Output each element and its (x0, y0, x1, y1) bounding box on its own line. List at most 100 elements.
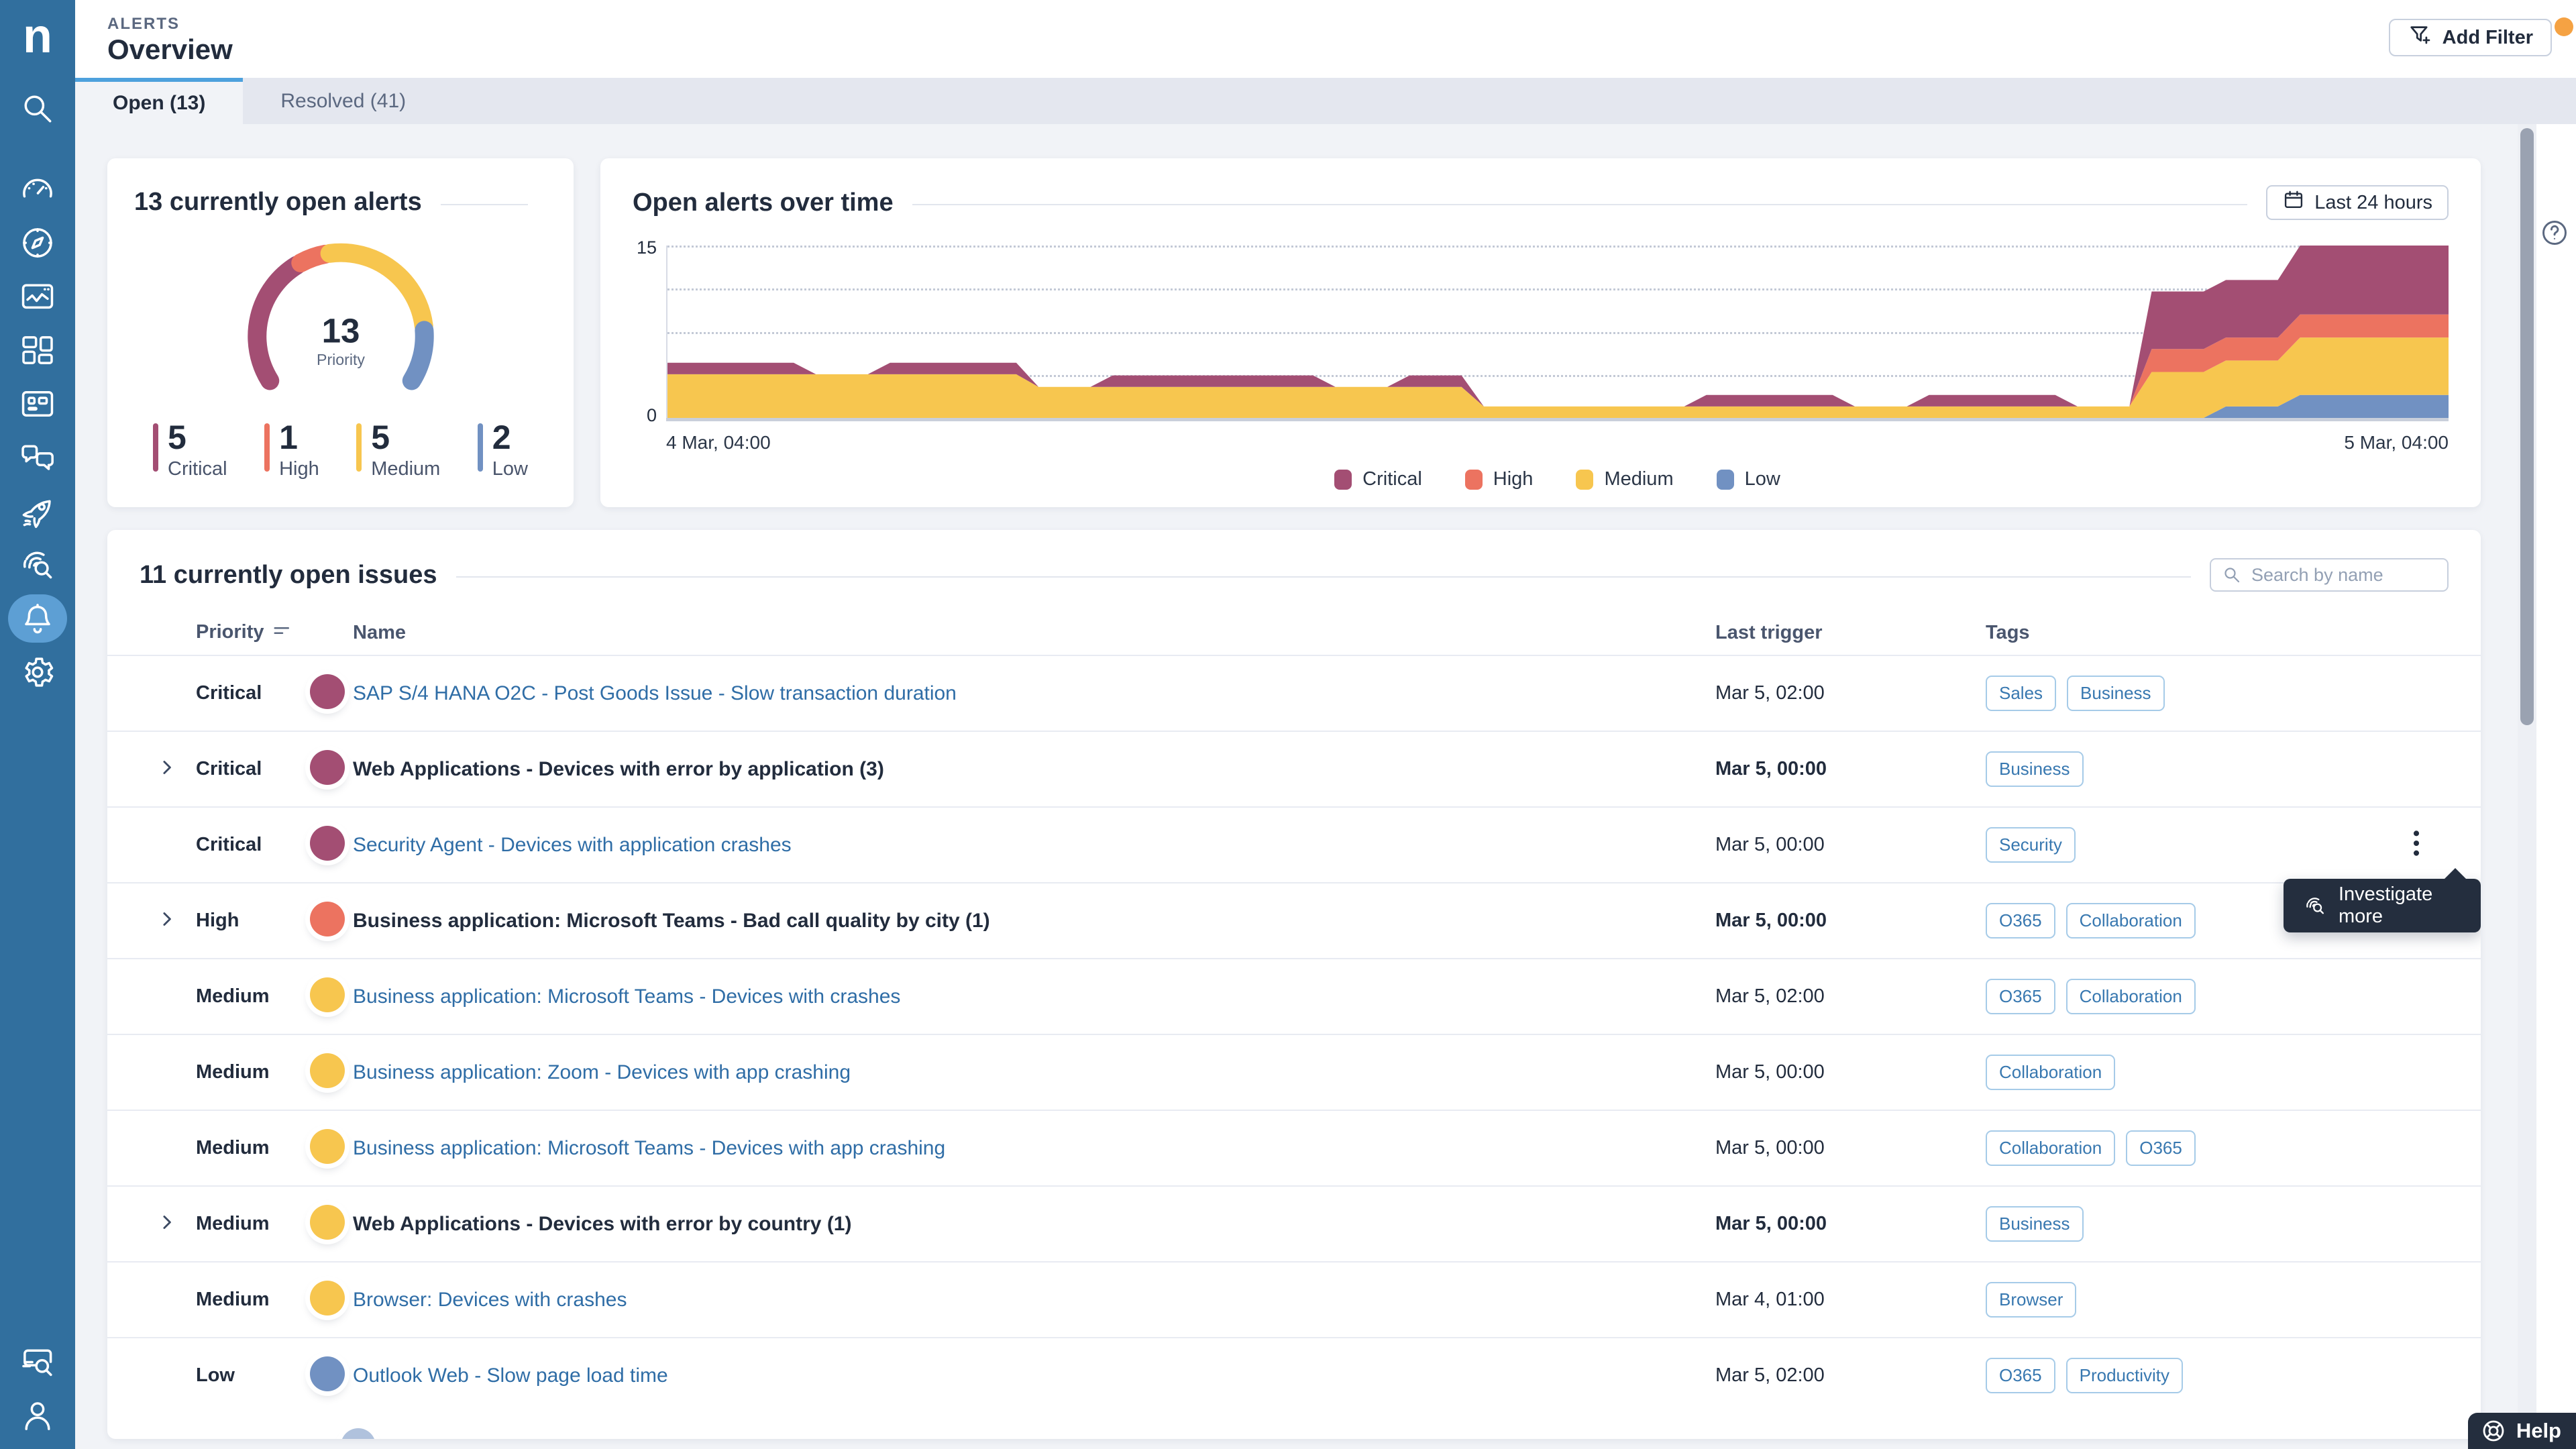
issue-name-link[interactable]: Security Agent - Devices with applicatio… (353, 834, 792, 856)
sidebar-item-rocket[interactable] (8, 487, 67, 535)
tags-cell: Sales Business (1986, 676, 2361, 711)
time-range-label: Last 24 hours (2314, 192, 2432, 214)
sidebar-item-remote-device[interactable] (8, 1338, 67, 1386)
issue-name-link[interactable]: Browser: Devices with crashes (353, 1289, 627, 1311)
table-row[interactable]: Low Outlook Web - Slow page load time Ma… (107, 1337, 2481, 1413)
last-trigger-value: Mar 5, 02:00 (1715, 1364, 1986, 1387)
time-range-button[interactable]: Last 24 hours (2266, 185, 2449, 220)
issue-group-name: Web Applications - Devices with error by… (353, 1213, 851, 1235)
stat-count: 5 (371, 421, 440, 454)
table-row[interactable]: Critical SAP S/4 HANA O2C - Post Goods I… (107, 655, 2481, 731)
priority-dot (310, 1129, 345, 1164)
issues-panel-title: 11 currently open issues (140, 561, 437, 590)
tag-pill[interactable]: Collaboration (1986, 1055, 2115, 1090)
expander-cell[interactable] (140, 906, 196, 935)
legend-item-high: High (1465, 468, 1534, 490)
column-name[interactable]: Name (353, 622, 1715, 644)
expand-button[interactable] (140, 923, 180, 934)
priority-dot (310, 1205, 345, 1240)
table-row[interactable]: Medium Web Applications - Devices with e… (107, 1185, 2481, 1261)
issue-name-link[interactable]: SAP S/4 HANA O2C - Post Goods Issue - Sl… (353, 682, 957, 704)
legend-swatch (1334, 470, 1352, 490)
tag-pill[interactable]: O365 (2126, 1130, 2196, 1166)
sidebar-item-bell[interactable] (8, 594, 67, 643)
table-row[interactable]: Critical Web Applications - Devices with… (107, 731, 2481, 806)
add-filter-button[interactable]: Add Filter (2389, 19, 2552, 56)
issue-name-link[interactable]: Business application: Microsoft Teams - … (353, 985, 900, 1008)
stat-medium: 5 Medium (356, 421, 440, 480)
tag-pill[interactable]: Collaboration (2066, 903, 2196, 938)
row-menu-button[interactable] (2402, 856, 2449, 867)
tags-cell: Business (1986, 1206, 2361, 1242)
tag-pill[interactable]: O365 (1986, 903, 2055, 938)
tag-pill[interactable]: Productivity (2066, 1358, 2183, 1393)
sidebar-item-compass[interactable] (8, 219, 67, 267)
tag-pill[interactable]: Security (1986, 827, 2076, 863)
issue-name-link[interactable]: Outlook Web - Slow page load time (353, 1364, 668, 1387)
search-box (2210, 558, 2449, 592)
stat-color-bar (153, 423, 158, 472)
tag-pill[interactable]: Business (1986, 1206, 2084, 1242)
issue-name-link[interactable]: Business application: Microsoft Teams - … (353, 1137, 945, 1159)
search-icon (2222, 565, 2242, 585)
sidebar-item-applications[interactable] (8, 380, 67, 428)
sidebar-item-web-monitoring[interactable] (8, 272, 67, 321)
table-row[interactable]: Medium Business application: Microsoft T… (107, 1110, 2481, 1185)
sidebar-item-gauge-dashboard[interactable] (8, 165, 67, 213)
priority-label: Critical (196, 682, 310, 704)
table-row[interactable]: Medium Business application: Microsoft T… (107, 958, 2481, 1034)
tag-pill[interactable]: Collaboration (1986, 1130, 2115, 1166)
investigate-more-tooltip[interactable]: Investigate more (2284, 879, 2481, 932)
tab-bar: Open (13) Resolved (41) (75, 78, 2576, 124)
scrollbar-thumb[interactable] (2520, 128, 2534, 725)
y-axis-max-label: 15 (637, 237, 657, 258)
tab-open[interactable]: Open (13) (75, 78, 243, 124)
table-row[interactable]: High Business application: Microsoft Tea… (107, 882, 2481, 958)
sidebar-item-gear[interactable] (8, 648, 67, 696)
area-series (667, 246, 2449, 418)
stacked-area-chart (666, 246, 2449, 418)
tag-pill[interactable]: Business (1986, 751, 2084, 787)
column-tags: Tags (1986, 622, 2361, 644)
table-row[interactable]: Medium Business application: Zoom - Devi… (107, 1034, 2481, 1110)
tag-pill[interactable]: Business (2067, 676, 2165, 711)
last-trigger-value: Mar 5, 02:00 (1715, 682, 1986, 704)
notification-dot (2555, 17, 2573, 36)
last-trigger-value: Mar 5, 00:00 (1715, 1213, 1986, 1235)
sidebar-item-chat-bubbles[interactable] (8, 433, 67, 482)
column-priority[interactable]: Priority (196, 621, 310, 645)
applications-icon (19, 385, 56, 423)
tab-resolved[interactable]: Resolved (41) (243, 78, 443, 124)
tag-pill[interactable]: O365 (1986, 979, 2055, 1014)
last-trigger-value: Mar 5, 00:00 (1715, 758, 1986, 780)
table-row[interactable]: Critical Security Agent - Devices with a… (107, 806, 2481, 882)
priority-dot (310, 1356, 345, 1391)
expand-button[interactable] (140, 1226, 180, 1238)
tag-pill[interactable]: Sales (1986, 676, 2056, 711)
stat-count: 2 (492, 421, 528, 454)
tag-pill[interactable]: Collaboration (2066, 979, 2196, 1014)
search-input[interactable] (2251, 565, 2436, 586)
question-help-icon[interactable] (2540, 218, 2569, 248)
column-last-trigger[interactable]: Last trigger (1715, 622, 1986, 644)
gauge-center-value: 13 (321, 312, 360, 350)
tag-pill[interactable]: Browser (1986, 1282, 2076, 1318)
expand-button[interactable] (140, 771, 180, 783)
help-button[interactable]: Help (2468, 1413, 2576, 1449)
sidebar-item-layout-grid[interactable] (8, 326, 67, 374)
expander-cell[interactable] (140, 755, 196, 784)
issue-name-link[interactable]: Business application: Zoom - Devices wit… (353, 1061, 851, 1083)
breadcrumb-eyebrow: ALERTS (107, 15, 180, 34)
tag-pill[interactable]: O365 (1986, 1358, 2055, 1393)
last-trigger-value: Mar 4, 01:00 (1715, 1289, 1986, 1311)
main-content: 13 currently open alerts 13Priority 5 Cr… (75, 124, 2576, 1449)
sidebar-item-person[interactable] (8, 1391, 67, 1440)
sidebar-item-fingerprint-search[interactable] (8, 541, 67, 589)
table-row[interactable]: Medium Browser: Devices with crashes Mar… (107, 1261, 2481, 1337)
sidebar-item-search[interactable] (8, 85, 67, 133)
sidebar: n (0, 0, 75, 1449)
stat-count: 1 (279, 421, 319, 454)
stat-count: 5 (168, 421, 227, 454)
expander-cell[interactable] (140, 1210, 196, 1238)
tags-cell: Collaboration O365 (1986, 1130, 2361, 1166)
